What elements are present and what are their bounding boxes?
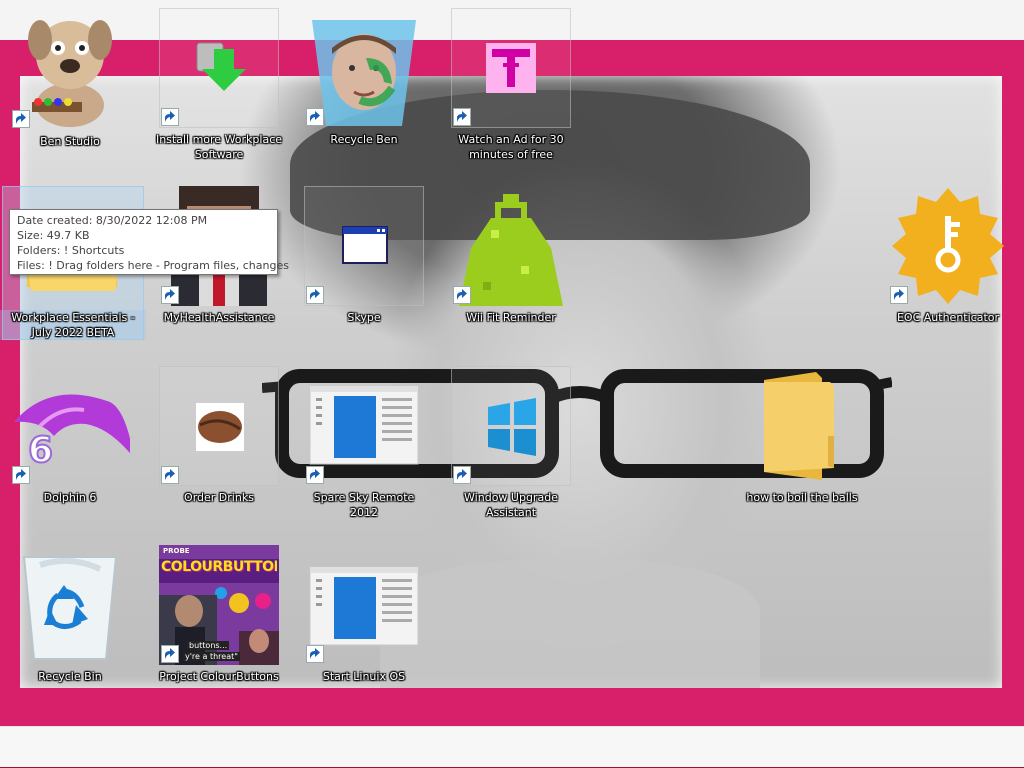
bottom-strip xyxy=(0,726,1024,768)
icon-label: Project ColourButtons xyxy=(159,670,279,683)
icon-label: EOC Authenticator xyxy=(896,311,1000,324)
shortcut-arrow-icon xyxy=(306,286,324,304)
icon-label: MyHealthAssistance xyxy=(163,311,275,324)
folder-icon xyxy=(742,366,862,486)
desktop-icon-recycle-ben[interactable]: Recycle Ben xyxy=(304,8,424,178)
tooltip-size: Size: 49.7 KB xyxy=(17,229,90,242)
icon-label: Install more Workplace Software xyxy=(155,133,283,161)
poster-brand-text: PROBE xyxy=(163,547,190,555)
desktop-icon-window-upgrade-assistant[interactable]: Window Upgrade Assistant xyxy=(451,366,571,536)
icon-label: Workplace Essentials - July 2022 BETA xyxy=(0,310,146,340)
icon-label: Wii Fit Reminder xyxy=(466,311,556,324)
shortcut-arrow-icon xyxy=(12,110,30,128)
icon-label: Skype xyxy=(347,311,381,324)
desktop-icon-order-drinks[interactable]: Order Drinks xyxy=(159,366,279,536)
svg-text:6: 6 xyxy=(28,430,53,471)
icon-label: Window Upgrade Assistant xyxy=(464,491,558,519)
shortcut-arrow-icon xyxy=(12,466,30,484)
desktop-icon-spare-sky-remote[interactable]: Spare Sky Remote 2012 xyxy=(304,366,424,536)
tooltip-folders: Folders: ! Shortcuts xyxy=(17,244,125,257)
shortcut-arrow-icon xyxy=(453,108,471,126)
shortcut-arrow-icon xyxy=(161,286,179,304)
folder-info-tooltip: Date created: 8/30/2022 12:08 PM Size: 4… xyxy=(9,209,289,275)
desktop-icon-recycle-bin[interactable]: Recycle Bin xyxy=(10,545,130,715)
poster-title-text: COLOURBUTTONS xyxy=(161,559,277,575)
shortcut-arrow-icon xyxy=(161,466,179,484)
shortcut-arrow-icon xyxy=(453,466,471,484)
tooltip-files: Files: ! Drag folders here - Program fil… xyxy=(17,259,289,272)
icon-label: Recycle Bin xyxy=(38,670,102,683)
desktop-icon-watch-ad[interactable]: Watch an Ad for 30 minutes of free xyxy=(451,8,571,178)
shortcut-arrow-icon xyxy=(306,466,324,484)
desktop-icon-skype[interactable]: Skype xyxy=(304,186,424,356)
shortcut-arrow-icon xyxy=(890,286,908,304)
poster-caption-1: buttons... xyxy=(187,641,230,650)
desktop-icon-start-linuix-os[interactable]: Start Linuix OS xyxy=(304,545,424,715)
shortcut-arrow-icon xyxy=(306,645,324,663)
desktop-icon-wii-fit-reminder[interactable]: Wii Fit Reminder xyxy=(451,186,571,356)
icon-label: Dolphin 6 xyxy=(43,491,97,504)
icon-label: Start Linuix OS xyxy=(322,670,406,683)
icon-label: Recycle Ben xyxy=(330,133,398,146)
icon-label: how to boil the balls xyxy=(746,491,858,504)
icon-label: Spare Sky Remote 2012 xyxy=(313,491,415,519)
poster-caption-2: y're a threat" xyxy=(183,652,240,661)
desktop-icon-eoc-authenticator[interactable]: EOC Authenticator xyxy=(888,186,1008,356)
wallpaper-chin xyxy=(380,560,760,688)
desktop-icon-how-to-boil-the-balls[interactable]: how to boil the balls xyxy=(742,366,862,536)
desktop-icon-dolphin-6[interactable]: 6 Dolphin 6 xyxy=(10,366,134,536)
recycle-bin-icon xyxy=(10,545,130,665)
desktop-icon-install-workplace-software[interactable]: Install more Workplace Software xyxy=(156,8,282,178)
tooltip-date-created: Date created: 8/30/2022 12:08 PM xyxy=(17,214,208,227)
icon-label: Order Drinks xyxy=(184,491,254,504)
shortcut-arrow-icon xyxy=(161,645,179,663)
icon-label: Watch an Ad for 30 minutes of free xyxy=(458,133,564,161)
icon-label: Ben Studio xyxy=(40,135,100,148)
desktop-icon-project-colourbuttons[interactable]: PROBE COLOURBUTTONS buttons... y're a th… xyxy=(159,545,279,715)
shortcut-arrow-icon xyxy=(453,286,471,304)
shortcut-arrow-icon xyxy=(306,108,324,126)
desktop-icon-ben-studio[interactable]: Ben Studio xyxy=(10,10,130,180)
shortcut-arrow-icon xyxy=(161,108,179,126)
